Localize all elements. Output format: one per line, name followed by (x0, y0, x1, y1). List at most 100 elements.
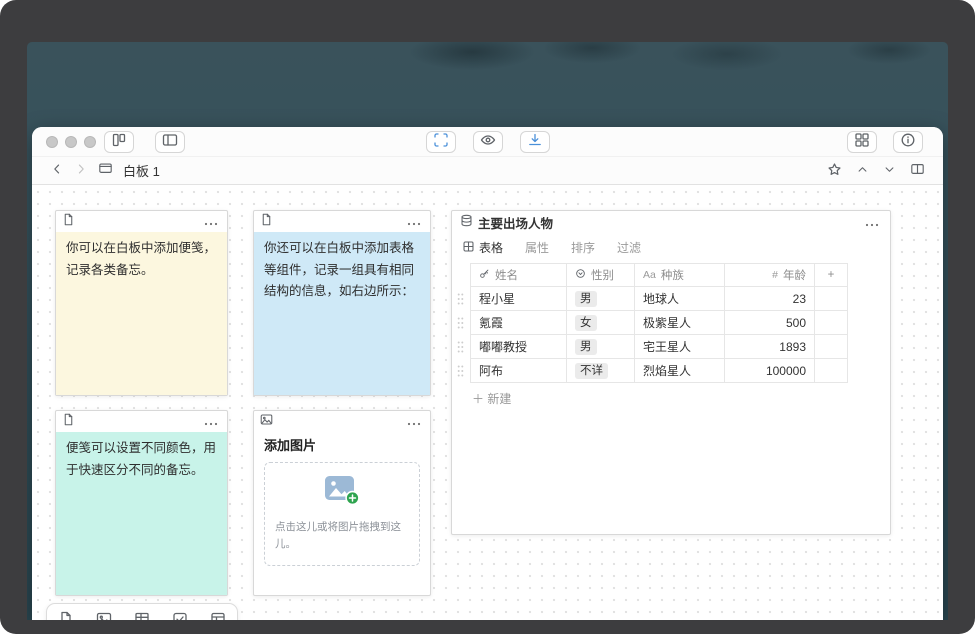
check-tool-icon (172, 611, 188, 620)
cell-gender[interactable]: 男 (566, 335, 634, 358)
image-drop-hint: 点击这儿或将图片拖拽到这儿。 (273, 519, 411, 553)
sticky-note-teal[interactable]: 便笺可以设置不同颜色，用于快速区分不同的备忘。 (55, 410, 228, 596)
table-card-title[interactable]: 主要出场人物 (478, 213, 553, 232)
cell-race[interactable]: 宅王星人 (634, 335, 724, 358)
note-text[interactable]: 你可以在白板中添加便笺，记录各类备忘。 (56, 232, 227, 395)
column-header-gender[interactable]: 性别 (566, 264, 634, 286)
tab-properties[interactable]: 属性 (525, 239, 549, 256)
row-drag-handle[interactable] (457, 292, 464, 305)
zoom-window-button[interactable] (84, 136, 96, 148)
cell-add-spacer (814, 311, 848, 334)
collapse-button[interactable] (856, 163, 869, 179)
cell-gender[interactable]: 不详 (566, 359, 634, 382)
cell-age[interactable]: 23 (724, 287, 814, 310)
column-header-age[interactable]: # 年龄 (724, 264, 814, 286)
info-button[interactable] (893, 131, 923, 153)
gallery-view-button[interactable] (847, 131, 877, 153)
preview-button[interactable] (473, 131, 503, 153)
cell-race[interactable]: 地球人 (634, 287, 724, 310)
image-card-header (254, 411, 430, 432)
chevron-right-icon (74, 162, 88, 179)
column-header-name[interactable]: 姓名 (470, 264, 566, 286)
cell-name[interactable]: 氪霞 (470, 311, 566, 334)
star-icon (827, 162, 842, 180)
cell-gender[interactable]: 女 (566, 311, 634, 334)
table-card-header: 主要出场人物 (452, 211, 890, 234)
gender-badge: 不详 (575, 363, 608, 379)
insert-toolbar (46, 603, 238, 620)
chevron-down-icon (883, 163, 896, 179)
cell-name[interactable]: 阿布 (470, 359, 566, 382)
device-frame: 白板 1 (0, 0, 975, 634)
expand-button[interactable] (883, 163, 896, 179)
cell-gender[interactable]: 男 (566, 287, 634, 310)
note-text[interactable]: 你还可以在白板中添加表格等组件，记录一组具有相同结构的信息，如右边所示： (254, 232, 430, 395)
table-header-row: 姓名 性别 Aa 种族 # (470, 263, 848, 287)
note-tool-icon (58, 611, 74, 620)
sticky-note-blue[interactable]: 你还可以在白板中添加表格等组件，记录一组具有相同结构的信息，如右边所示： (253, 210, 431, 396)
note-text[interactable]: 便笺可以设置不同颜色，用于快速区分不同的备忘。 (56, 432, 227, 595)
cell-add-spacer (814, 287, 848, 310)
note-more-button[interactable] (201, 212, 221, 231)
image-drop-zone[interactable]: 点击这儿或将图片拖拽到这儿。 (264, 462, 420, 566)
cell-age[interactable]: 1893 (724, 335, 814, 358)
insert-table-button[interactable] (134, 611, 150, 620)
board-title[interactable]: 白板 1 (123, 161, 160, 180)
toolbar-center-group (426, 131, 550, 153)
image-card-more-button[interactable] (404, 412, 424, 431)
favorite-button[interactable] (827, 162, 842, 180)
sidebar-toggle-button[interactable] (155, 131, 185, 153)
table-tabs: 表格 属性 排序 过滤 (452, 234, 890, 263)
tab-table[interactable]: 表格 (462, 239, 503, 256)
cell-age[interactable]: 500 (724, 311, 814, 334)
chevron-up-icon (856, 163, 869, 179)
whiteboard-app-window: 白板 1 (32, 127, 943, 620)
navbar-left: 白板 1 (32, 161, 160, 180)
back-button[interactable] (50, 162, 64, 179)
image-card[interactable]: 添加图片 点击这儿或将图片拖拽到这儿。 (253, 410, 431, 596)
primary-key-icon (479, 268, 490, 282)
row-drag-handle[interactable] (457, 316, 464, 329)
insert-template-button[interactable] (210, 611, 226, 620)
info-icon (900, 132, 916, 151)
forward-button[interactable] (74, 162, 88, 179)
insert-image-button[interactable] (96, 611, 112, 620)
add-row-button[interactable]: ＋ 新建 (470, 383, 890, 407)
tab-filter[interactable]: 过滤 (617, 239, 641, 256)
export-button[interactable] (520, 131, 550, 153)
whiteboard-canvas[interactable]: 你可以在白板中添加便笺，记录各类备忘。 你还可以在白板中添加表格等组件，记录一组… (32, 186, 943, 620)
cell-race[interactable]: 烈焰星人 (634, 359, 724, 382)
cell-name[interactable]: 嘟嘟教授 (470, 335, 566, 358)
kanban-view-button[interactable] (104, 131, 134, 153)
minimize-window-button[interactable] (65, 136, 77, 148)
cell-name[interactable]: 程小星 (470, 287, 566, 310)
sticky-note-yellow[interactable]: 你可以在白板中添加便笺，记录各类备忘。 (55, 210, 228, 396)
column-header-race[interactable]: Aa 种族 (634, 264, 724, 286)
navbar-right (827, 162, 943, 180)
gender-badge: 男 (575, 291, 597, 307)
image-icon (260, 413, 273, 431)
insert-note-button[interactable] (58, 611, 74, 620)
note-more-button[interactable] (201, 412, 221, 431)
add-column-button[interactable]: + (814, 264, 848, 286)
fit-to-screen-button[interactable] (426, 131, 456, 153)
close-window-button[interactable] (46, 136, 58, 148)
split-view-button[interactable] (910, 162, 925, 179)
row-drag-handle[interactable] (457, 340, 464, 353)
cell-race[interactable]: 极紫星人 (634, 311, 724, 334)
tab-sort[interactable]: 排序 (571, 239, 595, 256)
table-card[interactable]: 主要出场人物 表格 属性 排序 过滤 (451, 210, 891, 535)
table-row: 程小星 男 地球人 23 (470, 287, 848, 311)
table-card-more-button[interactable] (862, 213, 882, 232)
table-row: 嘟嘟教授 男 宅王星人 1893 (470, 335, 848, 359)
window-toolbar (32, 127, 943, 157)
add-image-icon (324, 475, 360, 511)
image-card-title[interactable]: 添加图片 (254, 432, 430, 454)
insert-todo-button[interactable] (172, 611, 188, 620)
note-more-button[interactable] (404, 212, 424, 231)
cell-age[interactable]: 100000 (724, 359, 814, 382)
row-drag-handle[interactable] (457, 364, 464, 377)
note-icon (260, 213, 273, 231)
note-header (254, 211, 430, 232)
fit-screen-icon (433, 132, 449, 151)
